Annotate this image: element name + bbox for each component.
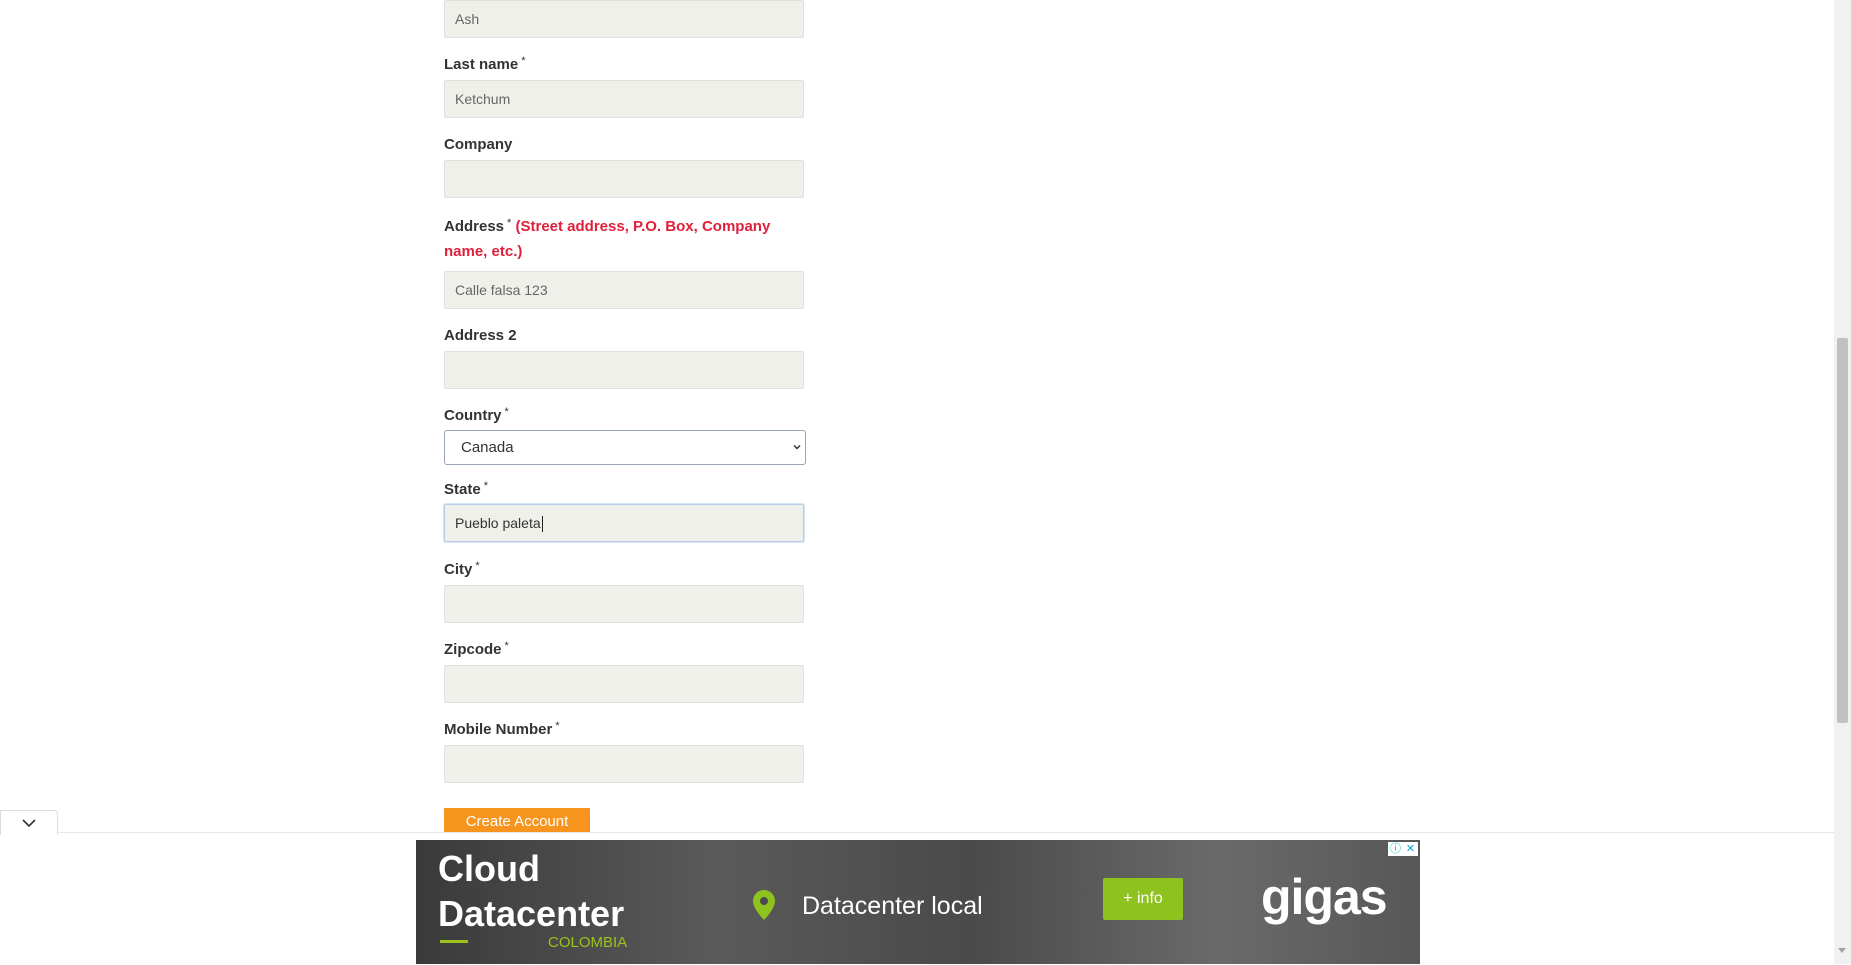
- city-input[interactable]: [444, 585, 804, 623]
- state-label: State *: [444, 480, 488, 498]
- country-select[interactable]: Canada: [444, 430, 806, 465]
- close-icon[interactable]: ✕: [1403, 842, 1418, 856]
- ad-collapse-toggle[interactable]: [0, 810, 58, 835]
- address-label: Address * (Street address, P.O. Box, Comp…: [444, 217, 771, 260]
- ad-info-icon[interactable]: ⓘ: [1388, 842, 1403, 856]
- chevron-down-icon: [793, 444, 801, 450]
- country-selected-value: Canada: [461, 439, 514, 456]
- chevron-down-icon: [22, 819, 36, 828]
- company-label: Company: [444, 136, 513, 153]
- ad-banner[interactable]: Cloud Datacenter COLOMBIA Datacenter loc…: [416, 840, 1420, 964]
- first-name-input[interactable]: Ash: [444, 0, 804, 38]
- mobile-label: Mobile Number *: [444, 720, 560, 738]
- ad-accent-line: [440, 940, 468, 943]
- scroll-down-arrow-icon[interactable]: [1838, 948, 1846, 953]
- country-label: Country *: [444, 406, 509, 424]
- scrollbar-thumb[interactable]: [1837, 338, 1848, 723]
- address2-input[interactable]: [444, 351, 804, 389]
- zipcode-label: Zipcode *: [444, 640, 509, 658]
- last-name-label: Last name *: [444, 55, 526, 73]
- ad-title: Cloud Datacenter: [438, 848, 625, 934]
- address-input[interactable]: Calle falsa 123: [444, 271, 804, 309]
- last-name-input[interactable]: Ketchum: [444, 80, 804, 118]
- ad-subtitle: COLOMBIA: [548, 934, 628, 951]
- company-input[interactable]: [444, 160, 804, 198]
- zipcode-input[interactable]: [444, 665, 804, 703]
- ad-info-button[interactable]: + info: [1103, 878, 1183, 920]
- text-caret: [541, 516, 543, 533]
- mobile-input[interactable]: [444, 745, 804, 783]
- address2-label: Address 2: [444, 327, 517, 344]
- ad-logo: gigas: [1261, 869, 1388, 925]
- location-pin-icon: [753, 890, 775, 920]
- city-label: City *: [444, 560, 480, 578]
- state-input[interactable]: Pueblo paleta: [444, 504, 804, 542]
- ad-tagline: Datacenter local: [802, 892, 983, 920]
- ad-controls: ⓘ ✕: [1388, 842, 1418, 856]
